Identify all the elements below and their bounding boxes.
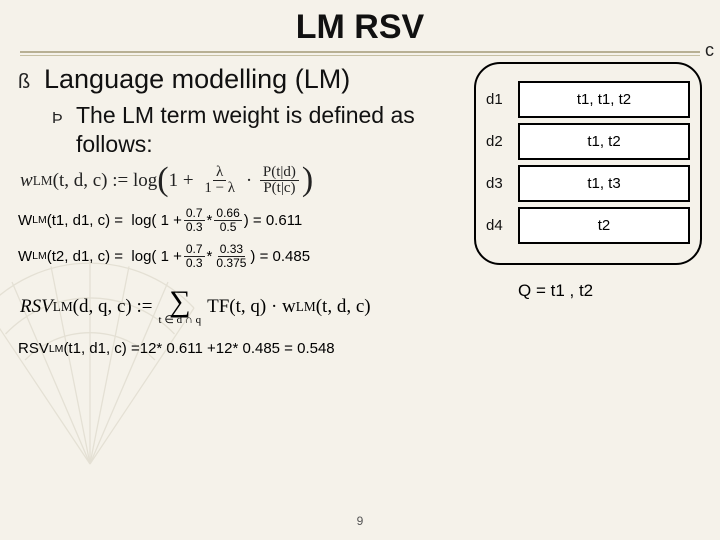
document-collection: d1 t1, t1, t2 d2 t1, t2 d3 t1, t3 d4 t2 [474,62,702,265]
doc-row: d2 t1, t2 [486,123,690,160]
sub-text: The LM term weight is defined as follows… [76,101,474,159]
doc-row: d3 t1, t3 [486,165,690,202]
formula-wlm: wLM (t, d, c) := log ( (1 + 1 + λ 1 − λ … [20,165,474,198]
calc-rsv: RSVLM (t1, d1, c) = 12 * 0.611 + 12 * 0.… [18,340,474,357]
divider [20,55,700,56]
calc-wlm-t2: WLM (t2, d1, c) = log( 1 + 0.70.3 * 0.33… [18,243,474,269]
doc-content: t2 [518,207,690,244]
doc-label: d2 [486,133,518,150]
doc-content: t1, t1, t2 [518,81,690,118]
page-number: 9 [0,514,720,528]
section-heading: Language modelling (LM) [44,64,350,95]
calc-wlm-t1: WLM (t1, d1, c) = log( 1 + 0.70.3 * 0.66… [18,207,474,233]
bullet-icon: ß [18,71,34,94]
doc-label: d1 [486,91,518,108]
divider [20,51,700,53]
doc-content: t1, t2 [518,123,690,160]
slide-title: LM RSV [18,8,702,47]
doc-row: d1 t1, t1, t2 [486,81,690,118]
collection-label: c [705,40,714,61]
doc-row: d4 t2 [486,207,690,244]
query-text: Q = t1 , t2 [518,281,702,301]
formula-rsv: RSVLM (d, q, c) := ∑ t ∈ d ∩ q TF(t, q) … [20,287,474,326]
bullet-icon: Þ [52,110,66,128]
doc-content: t1, t3 [518,165,690,202]
doc-label: d4 [486,217,518,234]
doc-label: d3 [486,175,518,192]
